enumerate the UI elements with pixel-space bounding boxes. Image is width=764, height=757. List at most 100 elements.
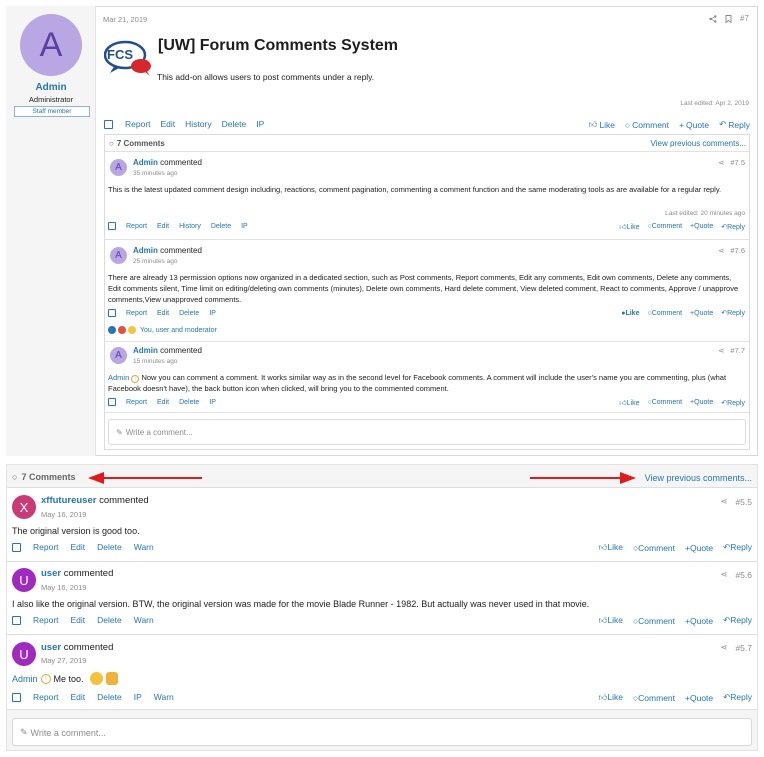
select-checkbox[interactable] [108, 309, 116, 317]
edit-link[interactable]: Edit [157, 223, 169, 230]
like-button[interactable]: 👍︎Like [599, 615, 623, 626]
post-last-edited[interactable]: Last edited: Apr 2, 2019 [680, 100, 749, 107]
bookmark-icon[interactable] [725, 14, 732, 23]
comment-avatar[interactable]: X [12, 495, 36, 519]
reply-button[interactable]: ↶Reply [723, 615, 752, 626]
delete-link[interactable]: Delete [179, 399, 199, 406]
inner-view-previous-link[interactable]: View previous comments... [651, 139, 746, 148]
comment-avatar[interactable]: U [12, 568, 36, 592]
share-icon[interactable]: ⋖ [720, 569, 727, 580]
report-link[interactable]: Report [126, 223, 147, 230]
share-icon[interactable]: ⋖ [718, 246, 724, 255]
comment-author[interactable]: Admin [133, 346, 158, 355]
comment-time[interactable]: 15 minutes ago [133, 358, 177, 365]
reply-button[interactable]: ↶Reply [721, 399, 745, 407]
like-button[interactable]: 👍︎Like [599, 692, 623, 703]
comment-number[interactable]: #7.6 [730, 246, 745, 255]
ip-link[interactable]: IP [209, 310, 216, 317]
edit-link[interactable]: Edit [161, 119, 176, 129]
like-button[interactable]: 👍︎Like [589, 119, 615, 130]
reactions-summary[interactable]: You, user and moderator [108, 326, 217, 334]
reply-button[interactable]: ↶Reply [723, 692, 752, 703]
select-checkbox[interactable] [12, 692, 21, 702]
history-link[interactable]: History [185, 119, 211, 129]
warn-link[interactable]: Warn [134, 615, 154, 625]
mention-link[interactable]: Admin [12, 674, 38, 684]
comment-avatar[interactable]: U [12, 642, 36, 666]
author-avatar[interactable]: A [20, 14, 82, 76]
select-checkbox[interactable] [108, 222, 116, 230]
delete-link[interactable]: Delete [97, 692, 122, 702]
like-button[interactable]: 👍︎Like [619, 222, 639, 231]
report-link[interactable]: Report [126, 399, 147, 406]
comment-time[interactable]: 35 minutes ago [133, 170, 177, 177]
report-link[interactable]: Report [33, 615, 59, 625]
share-icon[interactable]: ⋖ [718, 346, 724, 355]
quote-button[interactable]: +Quote [685, 616, 713, 626]
comment-author[interactable]: user [41, 642, 61, 653]
reply-button[interactable]: ↶Reply [723, 542, 752, 553]
comment-time[interactable]: 25 minutes ago [133, 258, 177, 265]
comment-button[interactable]: ○Comment [647, 399, 682, 406]
comment-button[interactable]: ○Comment [625, 120, 669, 130]
like-button[interactable]: 👍︎Like [619, 398, 639, 407]
quote-button[interactable]: +Quote [685, 543, 713, 553]
reply-button[interactable]: ↶Reply [721, 309, 745, 317]
select-checkbox[interactable] [12, 615, 21, 625]
comment-avatar[interactable]: A [110, 159, 127, 176]
delete-link[interactable]: Delete [179, 310, 199, 317]
comment-button[interactable]: ○Comment [647, 223, 682, 230]
edit-link[interactable]: Edit [157, 399, 169, 406]
quote-button[interactable]: +Quote [679, 120, 709, 130]
post-date[interactable]: Mar 21, 2019 [103, 15, 147, 24]
comment-avatar[interactable]: A [110, 247, 127, 264]
author-name[interactable]: Admin [6, 82, 96, 93]
quote-button[interactable]: +Quote [685, 693, 713, 703]
delete-link[interactable]: Delete [97, 615, 122, 625]
comment-number[interactable]: #5.6 [735, 570, 752, 580]
back-arrow-icon[interactable]: ↑ [40, 673, 51, 684]
reply-button[interactable]: ↶Reply [721, 223, 745, 231]
reply-button[interactable]: ↶Reply [719, 119, 750, 130]
ip-link[interactable]: IP [134, 692, 142, 702]
quote-button[interactable]: +Quote [690, 310, 713, 317]
comment-avatar[interactable]: A [110, 347, 127, 364]
inner-comment-input[interactable] [108, 419, 746, 445]
comment-last-edited[interactable]: Last edited: 20 minutes ago [665, 210, 745, 217]
select-checkbox[interactable] [12, 542, 21, 552]
edit-link[interactable]: Edit [157, 310, 169, 317]
quote-button[interactable]: +Quote [690, 223, 713, 230]
mention-link[interactable]: Admin [108, 373, 129, 382]
edit-link[interactable]: Edit [71, 542, 86, 552]
comment-number[interactable]: #5.5 [735, 497, 752, 507]
comment-author[interactable]: xffutureuser [41, 495, 96, 506]
quote-button[interactable]: +Quote [690, 399, 713, 406]
delete-link[interactable]: Delete [211, 223, 231, 230]
like-button-active[interactable]: ●Like [621, 310, 639, 317]
share-icon[interactable]: ⋖ [718, 158, 724, 167]
warn-link[interactable]: Warn [134, 542, 154, 552]
history-link[interactable]: History [179, 223, 201, 230]
delete-link[interactable]: Delete [97, 542, 122, 552]
like-button[interactable]: 👍︎Like [599, 542, 623, 553]
comment-author[interactable]: user [41, 568, 61, 579]
report-link[interactable]: Report [33, 692, 59, 702]
comment-button[interactable]: ○Comment [633, 543, 675, 553]
comment-author[interactable]: Admin [133, 246, 158, 255]
report-link[interactable]: Report [33, 542, 59, 552]
comment-button[interactable]: ○Comment [633, 616, 675, 626]
ip-link[interactable]: IP [209, 399, 216, 406]
select-checkbox[interactable] [108, 398, 116, 406]
outer-view-previous-link[interactable]: View previous comments... [645, 473, 752, 483]
back-arrow-icon[interactable]: ↑ [131, 375, 140, 383]
share-icon[interactable]: ⋖ [720, 496, 727, 507]
comment-date[interactable]: May 16, 2019 [41, 583, 86, 592]
select-checkbox[interactable] [104, 119, 113, 129]
report-link[interactable]: Report [125, 119, 151, 129]
ip-link[interactable]: IP [256, 119, 264, 129]
delete-link[interactable]: Delete [222, 119, 247, 129]
warn-link[interactable]: Warn [154, 692, 174, 702]
post-number[interactable]: #7 [740, 14, 749, 23]
comment-date[interactable]: May 16, 2019 [41, 510, 86, 519]
comment-button[interactable]: ○Comment [647, 310, 682, 317]
